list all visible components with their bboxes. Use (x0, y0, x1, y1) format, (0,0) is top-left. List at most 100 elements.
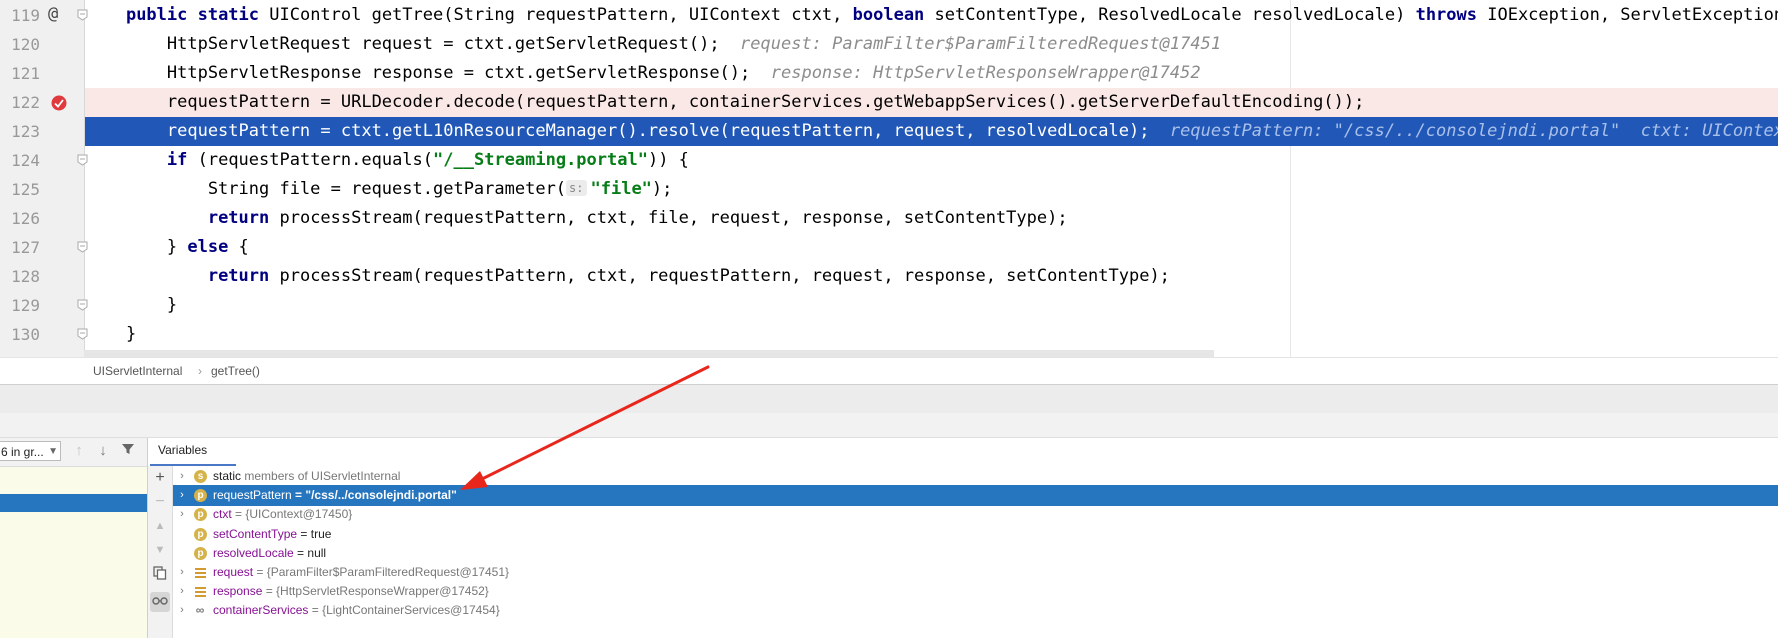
code-line[interactable]: String file = request.getParameter(s: "fi… (85, 175, 1778, 204)
selected-frame-row[interactable] (0, 494, 147, 512)
variable-row-response[interactable]: › response = {HttpServletResponseWrapper@… (173, 581, 1778, 602)
code-line[interactable]: } else { (85, 233, 1778, 262)
code-token: )) { (647, 150, 689, 170)
frames-panel[interactable]: 6 in gr... ▼ ↑ ↓ (0, 438, 148, 638)
move-up-icon[interactable]: ▲ (150, 516, 170, 536)
expand-chevron-icon[interactable]: › (176, 466, 188, 487)
code-line[interactable]: HttpServletResponse response = ctxt.getS… (85, 59, 1778, 88)
editor-gutter[interactable]: 119 @120 121 122 123 124 125 126 127 128 129 130 (0, 0, 88, 357)
variable-name: response (213, 584, 263, 599)
static-icon: s (194, 470, 207, 483)
variable-text: requestPattern = "/css/../consolejndi.po… (213, 485, 457, 506)
code-token: HttpServletResponse response = ctxt.getS… (85, 63, 771, 83)
arrow-down-icon[interactable]: ↓ (94, 442, 112, 460)
expand-chevron-icon[interactable]: › (176, 581, 188, 602)
variables-tree[interactable]: › s static members of UIServletInternal › p r… (173, 466, 1778, 638)
code-line[interactable]: public static UIControl getTree(String r… (85, 1, 1778, 30)
code-token: (requestPattern.equals( (197, 150, 434, 170)
frames-toolbar: 6 in gr... ▼ ↑ ↓ (0, 438, 147, 467)
breadcrumb-separator: › (198, 364, 202, 378)
copy-icon[interactable] (150, 566, 170, 586)
variable-name: requestPattern (213, 488, 292, 503)
code-token: } (85, 295, 178, 315)
expand-chevron-icon[interactable]: › (176, 562, 188, 583)
code-token: UIControl getTree(String requestPattern,… (269, 5, 853, 25)
variable-row-requestpattern[interactable]: › p requestPattern = "/css/../consolejndi.… (173, 485, 1778, 507)
gutter-row[interactable]: 119 @ (0, 1, 88, 30)
variable-value: = null (293, 545, 327, 560)
gutter-row[interactable]: 127 (0, 233, 88, 262)
breakpoint-icon[interactable] (50, 94, 68, 112)
field-icon (194, 566, 207, 579)
thread-selector[interactable]: 6 in gr... ▼ (0, 441, 61, 461)
gutter-row[interactable]: 125 (0, 175, 84, 204)
code-token: IOException, ServletException { (1487, 5, 1778, 25)
implements-annotation-icon[interactable]: @ (48, 4, 58, 24)
breadcrumb-method[interactable]: getTree() (211, 364, 260, 378)
variable-value: = {HttpServletResponseWrapper@17452} (262, 584, 489, 599)
code-token: processStream(requestPattern, ctxt, requ… (279, 266, 1170, 286)
breadcrumb-class[interactable]: UIServletInternal (93, 364, 182, 378)
code-token: if (166, 150, 198, 170)
expand-chevron-icon[interactable]: › (176, 600, 188, 621)
arrow-up-icon[interactable]: ↑ (70, 442, 88, 460)
variable-value: members of UIServletInternal (241, 469, 401, 483)
variable-value: = {UIContext@17450} (231, 507, 353, 522)
thread-selector-label: 6 in gr... (1, 445, 44, 459)
gutter-row[interactable]: 120 (0, 30, 84, 59)
execution-line[interactable]: requestPattern = ctxt.getL10nResourceMan… (85, 117, 1778, 146)
variable-row-containerservices[interactable]: › ∞ containerServices = {LightContainerSer… (173, 600, 1778, 621)
expand-chevron-icon[interactable]: › (176, 504, 188, 525)
inline-debug-value: request: ParamFilter$ParamFilteredReques… (740, 34, 1222, 54)
breadcrumb: UIServletInternal › getTree() (0, 357, 1778, 385)
inline-debug-value: response: HttpServletResponseWrapper@174… (770, 63, 1201, 83)
variable-text: request = {ParamFilter$ParamFilteredRequ… (213, 562, 509, 583)
watch-glasses-icon: ∞ (195, 603, 205, 618)
variables-side-toolbar: + − ▲ ▼ (148, 466, 173, 638)
gutter-row[interactable]: 124 (0, 146, 88, 175)
gutter-row[interactable]: 129 (0, 291, 88, 320)
code-line[interactable]: } (85, 291, 1778, 320)
code-line[interactable]: if (requestPattern.equals("/__Streaming.… (85, 146, 1778, 175)
code-line[interactable]: return processStream(requestPattern, ctx… (85, 204, 1778, 233)
line-number: 119 (11, 6, 40, 25)
variable-row-resolvedlocale[interactable]: p resolvedLocale = null (173, 543, 1778, 564)
variable-row-setcontenttype[interactable]: p setContentType = true (173, 524, 1778, 545)
code-editor[interactable]: 119 @120 121 122 123 124 125 126 127 128 129 130 pu… (0, 0, 1778, 357)
variable-name: setContentType (213, 526, 298, 541)
expand-chevron-icon[interactable]: › (176, 485, 188, 506)
code-token: return (207, 208, 280, 228)
tab-variables[interactable]: Variables (158, 440, 207, 460)
parameter-icon: p (194, 527, 207, 541)
line-number: 120 (11, 35, 40, 54)
glasses-icon[interactable] (150, 592, 170, 612)
gutter-row[interactable]: 128 (0, 262, 84, 291)
gutter-row[interactable]: 126 (0, 204, 84, 233)
code-token: String file = request.getParameter( (85, 179, 567, 199)
code-token: else (187, 237, 239, 257)
variable-row-static[interactable]: › s static members of UIServletInternal (173, 466, 1778, 487)
line-number: 126 (11, 209, 40, 228)
breakpoint-line[interactable]: requestPattern = URLDecoder.decode(reque… (85, 88, 1778, 117)
gutter-row[interactable]: 121 (0, 59, 84, 88)
code-line[interactable]: } (85, 320, 1778, 349)
code-token: } (85, 237, 188, 257)
variable-row-request[interactable]: › request = {ParamFilter$ParamFilteredReq… (173, 562, 1778, 583)
code-token: throws (1415, 5, 1488, 25)
filter-icon[interactable] (119, 442, 137, 460)
code-line[interactable]: return processStream(requestPattern, ctx… (85, 262, 1778, 291)
variable-row-ctxt[interactable]: › p ctxt = {UIContext@17450} (173, 504, 1778, 525)
code-token: ); (651, 179, 673, 199)
code-line[interactable]: HttpServletRequest request = ctxt.getSer… (85, 30, 1778, 59)
gutter-row[interactable]: 123 (0, 117, 84, 146)
gutter-row[interactable]: 122 (0, 88, 84, 117)
gutter-row[interactable]: 130 (0, 320, 88, 349)
line-number: 129 (11, 296, 40, 315)
remove-icon[interactable]: − (150, 492, 170, 512)
add-watch-icon[interactable]: + (150, 468, 170, 488)
horizontal-scrollbar[interactable] (84, 350, 1214, 357)
move-down-icon[interactable]: ▼ (150, 540, 170, 560)
code-token: requestPattern = URLDecoder.decode(reque… (85, 92, 1365, 112)
variable-name: request (213, 565, 254, 579)
